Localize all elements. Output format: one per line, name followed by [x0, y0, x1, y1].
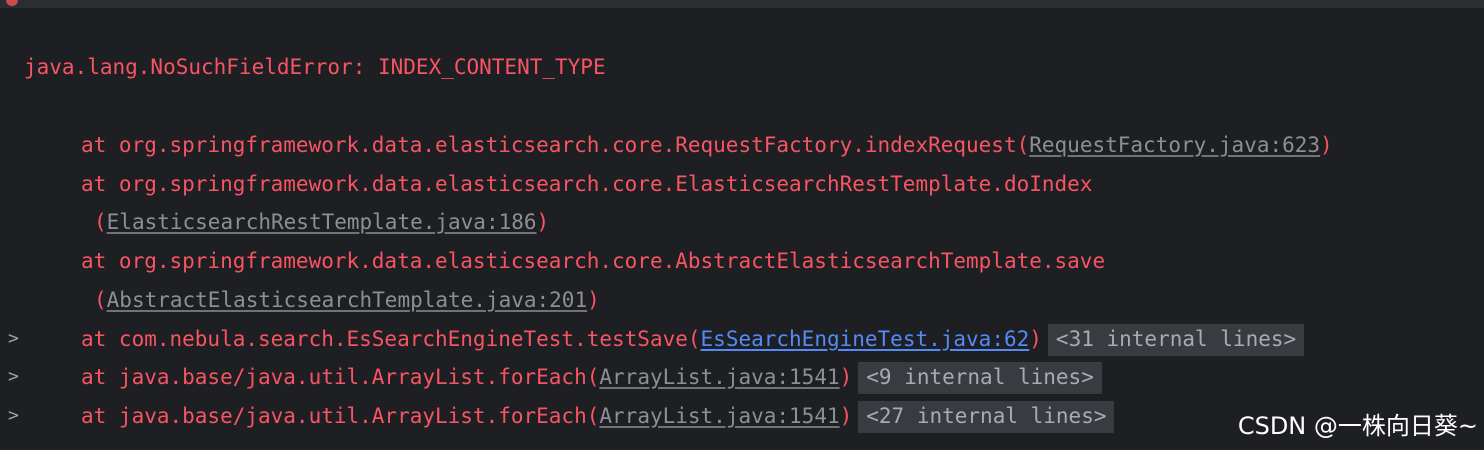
expand-chevron-icon[interactable]: > — [8, 363, 19, 391]
paren-open: ( — [1016, 133, 1030, 157]
stack-frame-text: at java.base/java.util.ArrayList.forEach — [81, 365, 587, 389]
exception-message: java.lang.NoSuchFieldError: INDEX_CONTEN… — [24, 55, 606, 79]
source-link[interactable]: RequestFactory.java:623 — [1029, 133, 1320, 157]
paren-open: ( — [586, 404, 600, 428]
internal-lines-badge[interactable]: <9 internal lines> — [858, 362, 1102, 394]
paren-open: ( — [687, 327, 701, 351]
source-link[interactable]: EsSearchEngineTest.java:62 — [701, 327, 1030, 351]
paren-close: ) — [1320, 133, 1333, 157]
stack-frame: at org.springframework.data.elasticsearc… — [81, 172, 1093, 196]
expand-chevron-icon[interactable]: > — [8, 402, 19, 430]
source-link[interactable]: ArrayList.java:1541 — [599, 404, 839, 428]
source-link[interactable]: ElasticsearchRestTemplate.java:186 — [107, 210, 537, 234]
stack-frame: at java.base/java.util.ArrayList.forEach… — [81, 362, 1102, 394]
paren-close: ) — [536, 210, 550, 234]
internal-lines-badge[interactable]: <27 internal lines> — [858, 401, 1115, 433]
stack-frame: at org.springframework.data.elasticsearc… — [81, 249, 1106, 273]
paren-open: ( — [586, 365, 600, 389]
expand-chevron-icon[interactable]: > — [8, 325, 19, 353]
paren-close: ) — [1029, 327, 1042, 351]
stack-frame-continuation: (ElasticsearchRestTemplate.java:186) — [94, 208, 549, 236]
source-link[interactable]: AbstractElasticsearchTemplate.java:201 — [107, 288, 587, 312]
paren-close: ) — [839, 365, 853, 389]
paren-open: ( — [94, 288, 107, 312]
stack-frame: at java.base/java.util.ArrayList.forEach… — [81, 401, 1115, 433]
stack-frame: at org.springframework.data.elasticsearc… — [81, 131, 1333, 159]
paren-open: ( — [94, 210, 107, 234]
stack-frame: at com.nebula.search.EsSearchEngineTest.… — [81, 324, 1305, 356]
console-top-bar — [0, 0, 1484, 8]
paren-close: ) — [587, 288, 600, 312]
stack-frame-text: at com.nebula.search.EsSearchEngineTest.… — [81, 327, 688, 351]
internal-lines-badge[interactable]: <31 internal lines> — [1047, 324, 1305, 356]
stack-frame-text: at java.base/java.util.ArrayList.forEach — [81, 404, 587, 428]
stack-frame-continuation: (AbstractElasticsearchTemplate.java:201) — [94, 286, 600, 314]
source-link[interactable]: ArrayList.java:1541 — [599, 365, 839, 389]
stack-frame-text: at org.springframework.data.elasticsearc… — [81, 133, 1017, 157]
status-indicator-icon — [6, 0, 18, 6]
watermark: CSDN @一株向日葵~ — [1237, 412, 1478, 440]
paren-close: ) — [839, 404, 853, 428]
